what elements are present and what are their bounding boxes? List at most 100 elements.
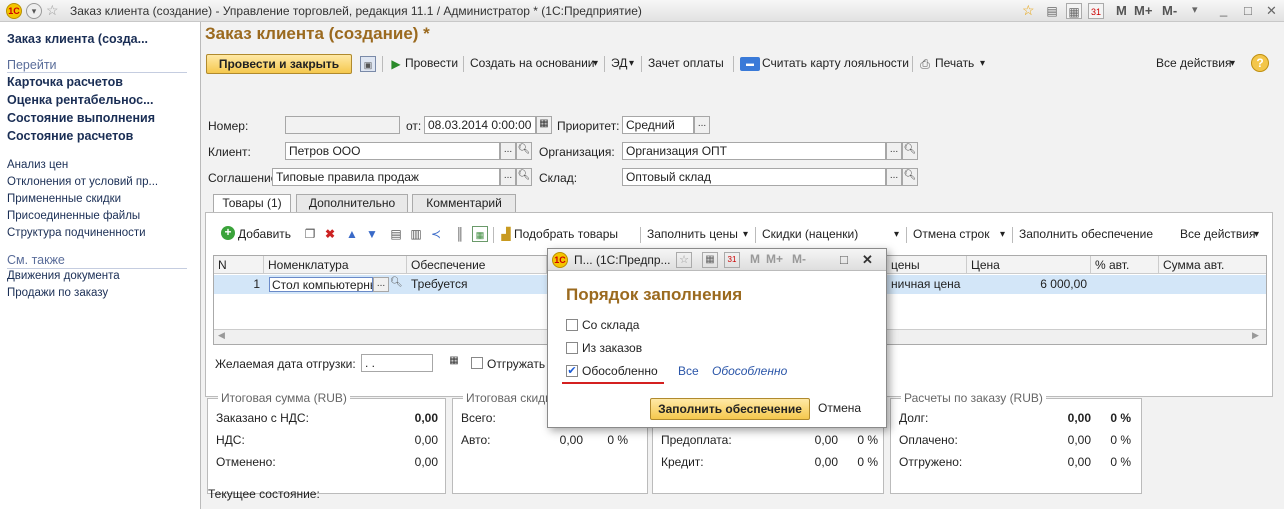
main-menu-icon[interactable]: ▾	[26, 3, 42, 19]
warehouse-search-icon[interactable]: 🔍︎	[902, 168, 918, 186]
help-icon[interactable]: ?	[1251, 54, 1269, 72]
sidebar-item-sales-by-order[interactable]: Продажи по заказу	[7, 287, 108, 299]
sidebar-item-settlement-state[interactable]: Состояние расчетов	[7, 129, 133, 143]
chevron-down-icon[interactable]: ▾	[1192, 3, 1198, 16]
sidebar-item-settlement-card[interactable]: Карточка расчетов	[7, 75, 123, 89]
item-cell-input[interactable]: Стол компьютерны	[269, 277, 373, 292]
chevron-down-icon[interactable]: ▾	[593, 58, 598, 69]
calendar-picker-icon[interactable]: ▦	[536, 116, 552, 134]
ship-date-field[interactable]: . .	[361, 354, 433, 372]
maximize-icon[interactable]: □	[840, 252, 848, 267]
close-icon[interactable]: ✕	[1266, 3, 1277, 19]
paste-icon[interactable]: ▥	[408, 226, 424, 242]
1c-logo-icon[interactable]: 1С	[6, 3, 22, 19]
priority-field[interactable]: Средний	[622, 116, 694, 134]
sidebar-item-deviations[interactable]: Отклонения от условий пр...	[7, 176, 158, 188]
chevron-down-icon[interactable]: ▾	[1254, 229, 1259, 240]
chevron-down-icon[interactable]: ▾	[1000, 229, 1005, 240]
create-based-on-button[interactable]: Создать на основании	[470, 56, 595, 70]
from-orders-checkbox[interactable]	[566, 342, 578, 354]
pick-goods-button[interactable]: Подобрать товары	[514, 227, 618, 241]
column-header-item[interactable]: Номенклатура	[264, 256, 407, 274]
fill-prices-button[interactable]: Заполнить цены	[647, 227, 738, 241]
column-header-n[interactable]: N	[214, 256, 264, 274]
save-icon[interactable]: ▣	[360, 56, 376, 72]
post-button[interactable]: Провести	[405, 56, 458, 70]
calendar-picker-icon[interactable]: ▦	[446, 354, 462, 372]
sidebar-item-attached-files[interactable]: Присоединенные файлы	[7, 210, 140, 222]
date-field[interactable]: 08.03.2014 0:00:00	[424, 116, 536, 134]
organization-select-button[interactable]: ...	[886, 142, 902, 160]
price-cell[interactable]: 6 000,00	[967, 275, 1091, 294]
chevron-down-icon[interactable]: ▾	[894, 229, 899, 240]
priority-select-button[interactable]: ...	[694, 116, 710, 134]
memory-mminus-button[interactable]: M-	[1162, 3, 1177, 18]
all-actions-button[interactable]: Все действия	[1156, 56, 1231, 70]
organization-search-icon[interactable]: 🔍︎	[902, 142, 918, 160]
sidebar-item-applied-discounts[interactable]: Примененные скидки	[7, 193, 121, 205]
copy-icon[interactable]: ▤	[388, 226, 404, 242]
memory-m-button[interactable]: M	[1116, 3, 1127, 18]
maximize-icon[interactable]: □	[1244, 3, 1252, 18]
read-loyalty-card-button[interactable]: Считать карту лояльности	[762, 56, 909, 70]
share-icon[interactable]: ≺	[428, 226, 444, 242]
separate-link[interactable]: Обособленно	[712, 364, 787, 378]
memory-mplus-button[interactable]: M+	[1134, 3, 1152, 18]
calculator-icon[interactable]: ▦	[702, 252, 718, 268]
cancel-button[interactable]: Отмена	[818, 401, 861, 415]
history-icon[interactable]: ▤	[1044, 3, 1060, 19]
tab-additional[interactable]: Дополнительно	[296, 194, 408, 213]
column-header-price-type[interactable]: цены	[887, 256, 967, 274]
column-header-price[interactable]: Цена	[967, 256, 1091, 274]
item-search-icon[interactable]: 🔍︎	[390, 277, 403, 288]
move-up-icon[interactable]: ▲	[344, 226, 360, 242]
post-and-close-button[interactable]: Провести и закрыть	[206, 54, 352, 74]
calendar-icon[interactable]: 31	[1088, 3, 1104, 19]
copy-row-icon[interactable]: ❐	[302, 226, 318, 242]
favorite-star-icon[interactable]: ☆	[46, 2, 59, 19]
ed-button[interactable]: ЭД	[611, 56, 627, 70]
chevron-down-icon[interactable]: ▾	[980, 58, 985, 69]
number-field[interactable]	[285, 116, 400, 134]
sidebar-item-profitability[interactable]: Оценка рентабельнос...	[7, 93, 154, 107]
client-field[interactable]: Петров ООО	[285, 142, 500, 160]
scroll-left-icon[interactable]: ◀	[218, 330, 225, 341]
tab-comment[interactable]: Комментарий	[412, 194, 516, 213]
calculator-icon[interactable]: ▦	[1066, 3, 1082, 19]
agreement-field[interactable]: Типовые правила продаж	[272, 168, 500, 186]
print-button[interactable]: Печать	[935, 56, 974, 70]
column-header-auto-sum[interactable]: Сумма авт.	[1159, 256, 1266, 274]
sidebar-item-document-movements[interactable]: Движения документа	[7, 270, 120, 282]
organization-field[interactable]: Организация ОПТ	[622, 142, 886, 160]
barcode-icon[interactable]: ║	[452, 226, 468, 242]
star-icon[interactable]: ☆	[1022, 2, 1035, 19]
excel-icon[interactable]: ▦	[472, 226, 488, 242]
all-link[interactable]: Все	[678, 364, 699, 378]
calendar-icon[interactable]: 31	[724, 252, 740, 268]
memory-mplus-button[interactable]: M+	[766, 252, 783, 266]
item-select-button[interactable]: ...	[373, 277, 389, 292]
sidebar-item-subordination[interactable]: Структура подчиненности	[7, 227, 146, 239]
chevron-down-icon[interactable]: ▾	[1230, 58, 1235, 69]
chevron-down-icon[interactable]: ▾	[629, 58, 634, 69]
sidebar-item-fulfillment-state[interactable]: Состояние выполнения	[7, 111, 155, 125]
cancel-rows-button[interactable]: Отмена строк	[913, 227, 989, 241]
add-row-button[interactable]: Добавить	[238, 227, 291, 241]
price-type-cell[interactable]: ничная цена	[887, 275, 964, 294]
from-warehouse-checkbox[interactable]	[566, 319, 578, 331]
column-header-supply[interactable]: Обеспечение	[407, 256, 547, 274]
sidebar-current-item[interactable]: Заказ клиента (созда...	[7, 32, 148, 46]
warehouse-select-button[interactable]: ...	[886, 168, 902, 186]
ship-checkbox[interactable]	[471, 357, 483, 369]
close-icon[interactable]: ✕	[862, 252, 873, 268]
minimize-icon[interactable]: _	[1220, 2, 1227, 17]
goods-all-actions-button[interactable]: Все действия	[1180, 227, 1255, 241]
payment-offset-button[interactable]: Зачет оплаты	[648, 56, 724, 70]
client-select-button[interactable]: ...	[500, 142, 516, 160]
discounts-button[interactable]: Скидки (наценки)	[762, 227, 858, 241]
supply-cell[interactable]: Требуется	[407, 275, 471, 294]
warehouse-field[interactable]: Оптовый склад	[622, 168, 886, 186]
chevron-down-icon[interactable]: ▾	[743, 229, 748, 240]
agreement-search-icon[interactable]: 🔍︎	[516, 168, 532, 186]
tab-goods[interactable]: Товары (1)	[213, 194, 291, 214]
